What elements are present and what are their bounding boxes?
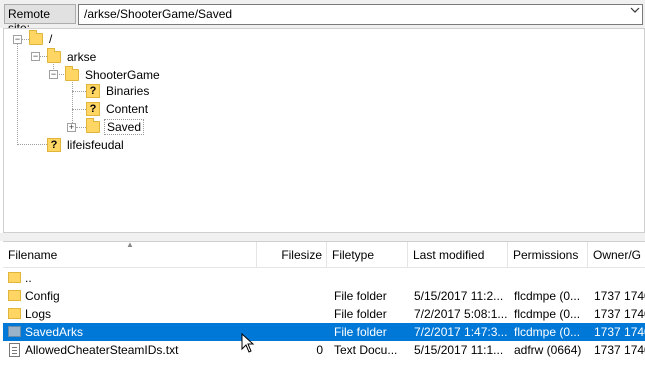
pane-splitter[interactable] [0,233,645,241]
collapse-arkse-icon[interactable]: − [31,52,40,61]
remote-site-bar: Remote site: /arkse/ShooterGame/Saved [0,0,645,35]
collapse-root-icon[interactable]: − [13,35,22,44]
tree-item-arkse[interactable]: arkse [47,48,96,66]
mouse-cursor-icon [241,333,255,353]
file-list-header: Filename ▲ Filesize Filetype Last modifi… [3,240,645,268]
collapse-shootergame-icon[interactable]: − [49,70,58,79]
folder-icon [65,66,79,81]
tree-item-saved[interactable]: Saved [86,118,145,136]
text-file-icon [9,343,20,357]
folder-icon [86,118,100,133]
unknown-folder-icon: ? [86,102,100,116]
remote-file-list[interactable]: Filename ▲ Filesize Filetype Last modifi… [3,240,645,375]
unknown-folder-icon: ? [47,138,61,152]
folder-icon [47,48,61,63]
unknown-folder-icon: ? [86,84,100,98]
folder-icon [8,326,21,337]
chevron-down-icon[interactable] [630,4,640,16]
expand-saved-icon[interactable]: + [67,123,76,132]
file-row-parent[interactable]: .. [3,269,645,287]
column-filesize[interactable]: Filesize [257,242,327,268]
file-row-logs[interactable]: Logs File folder 7/2/2017 5:08:1... flcd… [3,305,645,323]
folder-icon [8,272,21,283]
tree-item-root[interactable]: / [29,30,52,48]
folder-icon [8,308,21,319]
column-permissions[interactable]: Permissions [508,242,588,268]
remote-site-label: Remote site: [4,4,76,35]
remote-path-input[interactable]: /arkse/ShooterGame/Saved [78,4,643,25]
tree-item-lifeisfeudal[interactable]: ? lifeisfeudal [47,136,124,154]
file-row-allowedcheatersteamids[interactable]: AllowedCheaterSteamIDs.txt 0 Text Docu..… [3,341,645,359]
column-owner-group[interactable]: Owner/G [588,242,645,268]
tree-item-binaries[interactable]: ? Binaries [86,82,149,100]
remote-directory-tree[interactable]: − − − + / arkse ShooterGame ? Binaries ?… [3,28,645,233]
file-row-config[interactable]: Config File folder 5/15/2017 11:2... flc… [3,287,645,305]
column-filetype[interactable]: Filetype [327,242,408,268]
file-row-savedarks[interactable]: SavedArks File folder 7/2/2017 1:47:3...… [3,323,645,341]
column-last-modified[interactable]: Last modified [408,242,508,268]
sort-ascending-icon: ▲ [126,240,134,249]
tree-item-content[interactable]: ? Content [86,100,148,118]
folder-icon [29,30,43,45]
folder-icon [8,290,21,301]
